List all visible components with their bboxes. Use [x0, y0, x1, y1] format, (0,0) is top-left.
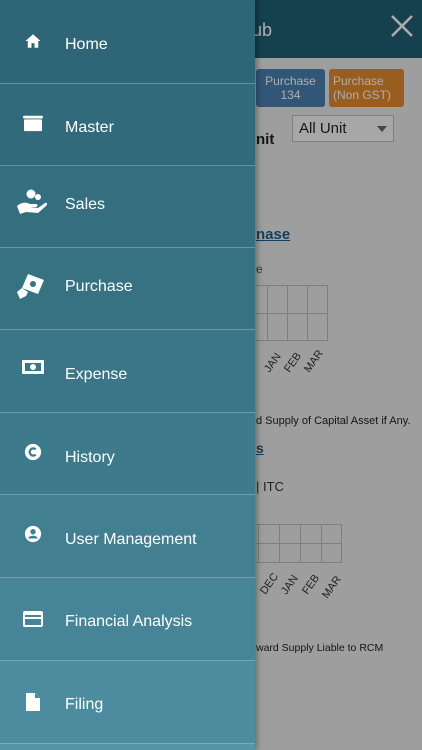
menu-item-expense[interactable]: Expense — [0, 330, 255, 413]
menu-label-filing: Filing — [65, 696, 104, 713]
menu-label-master: Master — [65, 119, 114, 136]
history-circle-icon — [18, 437, 48, 467]
menu-label-history: History — [65, 449, 115, 466]
menu-item-user-management[interactable]: User Management — [0, 495, 255, 578]
menu-label-purchase: Purchase — [65, 278, 133, 295]
menu-label-sales: Sales — [65, 196, 106, 213]
credit-card-icon — [18, 604, 48, 634]
navigation-drawer: Home Master Sales Purchase Expense Histo… — [0, 0, 255, 750]
menu-label-expense: Expense — [65, 366, 128, 383]
menu-next-item-edge — [0, 744, 255, 750]
menu-item-purchase[interactable]: Purchase — [0, 248, 255, 330]
menu-item-history[interactable]: History — [0, 413, 255, 495]
file-icon — [18, 687, 48, 717]
menu-label-financial-analysis: Financial Analysis — [65, 613, 193, 630]
menu-item-filing[interactable]: Filing — [0, 661, 255, 744]
folder-icon — [18, 108, 48, 138]
sales-hand-coin-icon — [14, 187, 50, 217]
menu-item-home[interactable]: Home — [0, 0, 255, 84]
menu-label-home: Home — [65, 36, 108, 53]
menu-item-master[interactable]: Master — [0, 84, 255, 166]
menu-item-sales[interactable]: Sales — [0, 166, 255, 248]
purchase-hand-cash-icon — [14, 270, 50, 300]
banknote-icon — [18, 352, 48, 382]
user-account-icon — [18, 519, 48, 549]
home-icon — [18, 26, 48, 56]
menu-label-user-management: User Management — [65, 531, 197, 548]
menu-item-financial-analysis[interactable]: Financial Analysis — [0, 578, 255, 661]
